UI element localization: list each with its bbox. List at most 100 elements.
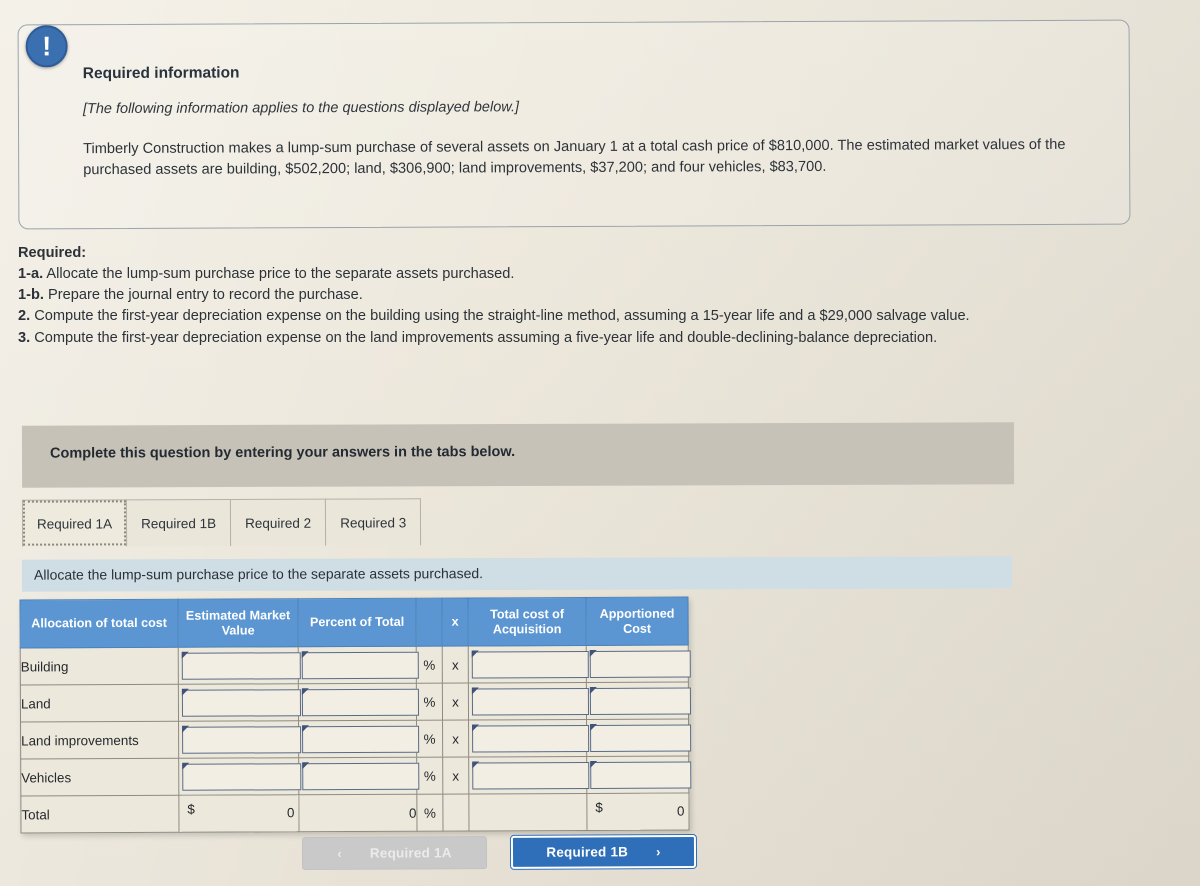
cell-land-improvements-estimated-market-value[interactable] [178,720,302,759]
info-exclamation-icon: ! [25,25,68,68]
next-requirement-button[interactable]: Required 1B › [510,834,697,869]
cell-building-estimated-market-value[interactable] [178,646,301,685]
input-building-total-cost-of-acquisition[interactable] [471,650,589,678]
cell-land-improvements-apportioned-cost[interactable] [586,719,692,757]
cell-land-apportioned-cost[interactable] [586,682,691,720]
tab-required-3-label: Required 3 [340,514,407,531]
header-allocation-of-total-cost: Allocation of total cost [19,599,179,648]
row-label-building: Building [20,647,179,685]
percent-sign-building: % [416,646,443,684]
cell-vehicles-percent-of-total[interactable] [298,757,420,795]
cell-building-total-cost-of-acquisition[interactable] [468,645,589,684]
input-vehicles-estimated-market-value[interactable] [182,762,302,791]
next-requirement-label: Required 1B [546,844,629,860]
required-item-3-number: 3. [18,329,31,346]
total-percent-value: 0 [298,794,418,832]
required-heading: Required: [18,245,87,261]
total-emv-value: 0 [286,805,295,821]
cell-land-improvements-percent-of-total[interactable] [298,720,420,758]
header-estimated-market-value: Estimated Market Value [177,598,299,648]
tab-required-1b[interactable]: Required 1B [125,498,232,547]
required-list: Required: 1-a. Allocate the lump-sum pur… [18,243,1148,349]
row-label-land-improvements: Land improvements [20,721,179,759]
required-information-body: Timberly Construction makes a lump-sum p… [83,136,1066,178]
requirement-tabs: Required 1A Required 1B Required 2 Requi… [21,498,422,547]
requirement-navigation: ‹ Required 1A Required 1B › [301,834,697,871]
input-vehicles-percent-of-total[interactable] [302,762,420,790]
input-vehicles-total-cost-of-acquisition[interactable] [472,761,590,789]
previous-requirement-label: Required 1A [369,845,452,861]
percent-sign-land: % [416,683,443,721]
allocation-table: Allocation of total cost Estimated Marke… [19,596,692,834]
cell-building-apportioned-cost[interactable] [586,645,691,683]
required-information-title: Required information [82,64,240,83]
header-times-operator: x [441,598,469,647]
allocation-table-head: Allocation of total cost Estimated Marke… [19,597,689,648]
cell-land-total-cost-of-acquisition[interactable] [468,682,589,721]
allocation-table-body: Building % x Land % x Land improvements … [20,645,692,833]
input-land-apportioned-cost[interactable] [589,687,691,715]
required-item-3: 3. Compute the first-year depreciation e… [18,328,1148,349]
cell-land-estimated-market-value[interactable] [178,683,302,722]
input-building-estimated-market-value[interactable] [181,651,301,680]
currency-symbol-apportioned: $ [595,799,603,815]
input-land-percent-of-total[interactable] [301,688,420,716]
required-item-2: 2. Compute the first-year depreciation e… [18,306,1148,327]
table-row: Vehicles % x [20,756,692,796]
input-land-improvements-apportioned-cost[interactable] [590,724,692,752]
previous-requirement-button[interactable]: ‹ Required 1A [301,836,488,871]
tab-instruction-text: Allocate the lump-sum purchase price to … [33,565,484,583]
input-land-estimated-market-value[interactable] [181,688,302,717]
cell-land-percent-of-total[interactable] [298,683,420,721]
complete-question-text: Complete this question by entering your … [49,444,516,462]
required-item-2-number: 2. [18,308,31,325]
total-estimated-market-value: $ 0 [178,794,300,833]
percent-sign-total: % [416,794,444,832]
percent-sign-vehicles: % [416,757,443,795]
times-operator-total-blank [442,794,470,832]
table-row: Land improvements % x [20,719,692,759]
header-percent-of-total: Percent of Total [297,598,417,647]
header-blank-percent-sign [415,598,443,647]
row-label-vehicles: Vehicles [20,758,179,796]
input-building-percent-of-total[interactable] [301,651,419,679]
times-operator-vehicles: x [442,757,469,795]
times-operator-land-improvements: x [442,720,469,758]
input-building-apportioned-cost[interactable] [589,650,691,678]
tab-required-1b-label: Required 1B [141,515,217,531]
cell-vehicles-apportioned-cost[interactable] [586,756,692,794]
input-land-improvements-percent-of-total[interactable] [302,725,420,753]
header-apportioned-cost: Apportioned Cost [585,597,689,646]
cell-land-improvements-total-cost-of-acquisition[interactable] [468,719,590,758]
times-operator-building: x [442,646,469,684]
input-vehicles-apportioned-cost[interactable] [590,761,692,789]
complete-question-banner: Complete this question by entering your … [21,422,1015,488]
input-land-total-cost-of-acquisition[interactable] [471,687,589,715]
required-item-1b-number: 1-b. [18,287,44,304]
tab-required-2[interactable]: Required 2 [230,498,327,546]
currency-symbol-emv: $ [187,801,195,817]
cell-vehicles-total-cost-of-acquisition[interactable] [468,756,590,795]
required-item-1b: 1-b. Prepare the journal entry to record… [18,285,1148,306]
cell-vehicles-estimated-market-value[interactable] [178,757,302,796]
input-land-improvements-total-cost-of-acquisition[interactable] [472,724,590,752]
required-information-note: [The following information applies to th… [82,99,520,118]
row-label-land: Land [20,684,179,722]
chevron-left-icon: ‹ [337,845,342,861]
cell-building-percent-of-total[interactable] [298,646,419,684]
times-operator-land: x [442,683,469,721]
percent-sign-land-improvements: % [416,720,443,758]
required-item-2-text: Compute the first-year depreciation expe… [34,308,970,325]
tab-required-3[interactable]: Required 3 [325,498,422,546]
table-row: Building % x [20,645,691,685]
required-item-1b-text: Prepare the journal entry to record the … [48,287,363,304]
chevron-right-icon: › [656,844,661,860]
total-cost-of-acquisition-blank [468,793,588,832]
total-apportioned-cost: $ 0 [586,793,690,831]
header-total-cost-of-acquisition: Total cost of Acquisition [467,597,587,647]
row-label-total: Total [20,795,180,833]
tab-required-1a[interactable]: Required 1A [21,499,128,547]
required-item-1a: 1-a. Allocate the lump-sum purchase pric… [18,264,1148,285]
input-land-improvements-estimated-market-value[interactable] [182,725,302,754]
required-information-callout: ! Required information [The following in… [17,19,1131,230]
